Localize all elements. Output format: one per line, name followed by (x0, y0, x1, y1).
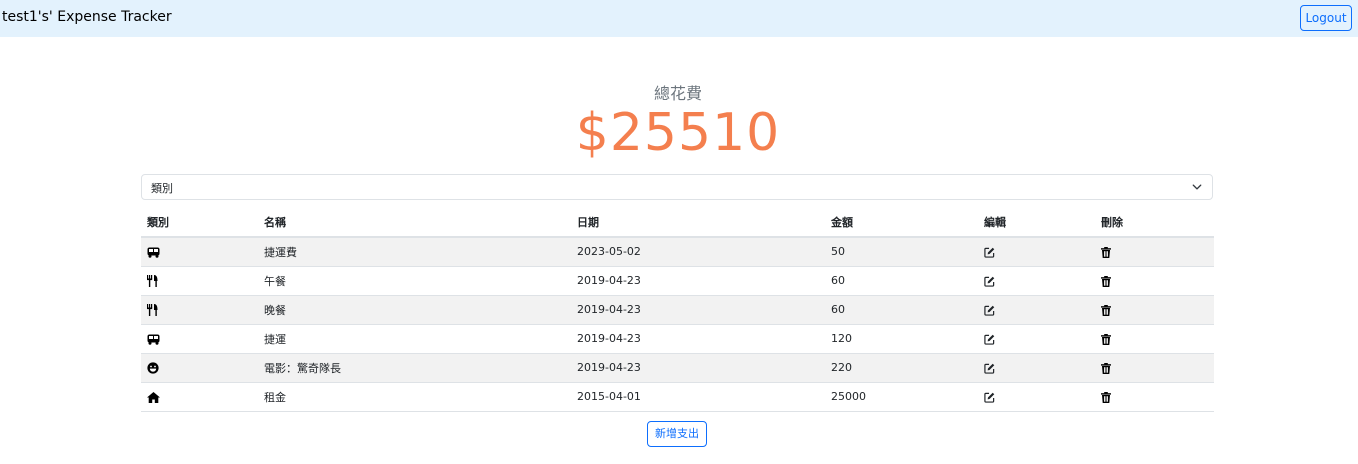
category-filter-value: 類別 (151, 182, 173, 195)
table-row: 捷運 2019-04-23 120 (141, 324, 1214, 354)
cell-amount: 60 (825, 266, 978, 296)
smile-icon (147, 361, 159, 374)
cell-date: 2019-04-23 (571, 295, 825, 325)
trash-icon[interactable] (1101, 303, 1111, 316)
cell-edit (978, 295, 1095, 325)
table-row: 租金 2015-04-01 25000 (141, 382, 1214, 412)
cell-amount: 25000 (825, 382, 978, 412)
cell-edit (978, 382, 1095, 412)
edit-icon[interactable] (984, 274, 995, 287)
cell-delete (1095, 353, 1214, 383)
edit-icon[interactable] (984, 361, 995, 374)
cell-date: 2023-05-02 (571, 237, 825, 267)
header-edit: 編輯 (978, 208, 1095, 238)
cell-delete (1095, 295, 1214, 325)
logout-button[interactable]: Logout (1300, 5, 1352, 31)
cell-delete (1095, 266, 1214, 296)
cell-category (141, 353, 258, 383)
utensils-icon (147, 274, 158, 287)
total-amount: $25510 (575, 103, 781, 163)
cell-category (141, 237, 258, 267)
cell-name: 晚餐 (258, 295, 571, 325)
cell-name: 捷運費 (258, 237, 571, 267)
table-row: 晚餐 2019-04-23 60 (141, 295, 1214, 325)
trash-icon[interactable] (1101, 245, 1111, 258)
edit-icon[interactable] (984, 303, 995, 316)
table-row: 午餐 2019-04-23 60 (141, 266, 1214, 296)
cell-delete (1095, 237, 1214, 267)
cell-edit (978, 237, 1095, 267)
home-icon (147, 390, 160, 403)
trash-icon[interactable] (1101, 361, 1111, 374)
cell-amount: 220 (825, 353, 978, 383)
cell-name: 午餐 (258, 266, 571, 296)
navbar: test1's' Expense Tracker Logout (0, 0, 1358, 37)
app-brand[interactable]: test1's' Expense Tracker (2, 9, 172, 25)
cell-amount: 120 (825, 324, 978, 354)
utensils-icon (147, 303, 158, 316)
table-row: 電影：驚奇隊長 2019-04-23 220 (141, 353, 1214, 383)
cell-category (141, 382, 258, 412)
cell-date: 2019-04-23 (571, 353, 825, 383)
cell-edit (978, 266, 1095, 296)
cell-date: 2019-04-23 (571, 266, 825, 296)
cell-name: 捷運 (258, 324, 571, 354)
header-date: 日期 (571, 208, 825, 238)
cell-date: 2015-04-01 (571, 382, 825, 412)
cell-date: 2019-04-23 (571, 324, 825, 354)
cell-name: 電影：驚奇隊長 (258, 353, 571, 383)
header-delete: 刪除 (1095, 208, 1214, 238)
cell-category (141, 295, 258, 325)
category-filter-select[interactable]: 類別 (141, 174, 1213, 200)
chevron-down-icon (1192, 184, 1202, 190)
header-name: 名稱 (258, 208, 571, 238)
expense-table: 類別 名稱 日期 金額 編輯 刪除 捷運費 2023-05-02 50 午餐 2019-… (141, 208, 1214, 412)
table-row: 捷運費 2023-05-02 50 (141, 237, 1214, 267)
cell-amount: 60 (825, 295, 978, 325)
edit-icon[interactable] (984, 332, 995, 345)
cell-amount: 50 (825, 237, 978, 267)
header-amount: 金額 (825, 208, 978, 238)
cell-edit (978, 353, 1095, 383)
header-category: 類別 (141, 208, 258, 238)
cell-category (141, 266, 258, 296)
trash-icon[interactable] (1101, 274, 1111, 287)
cell-delete (1095, 324, 1214, 354)
bus-icon (147, 245, 160, 258)
bus-icon (147, 332, 160, 345)
trash-icon[interactable] (1101, 390, 1111, 403)
cell-delete (1095, 382, 1214, 412)
trash-icon[interactable] (1101, 332, 1111, 345)
cell-edit (978, 324, 1095, 354)
add-expense-button[interactable]: 新增支出 (647, 421, 707, 447)
edit-icon[interactable] (984, 245, 995, 258)
cell-name: 租金 (258, 382, 571, 412)
table-header-row: 類別 名稱 日期 金額 編輯 刪除 (141, 208, 1214, 238)
cell-category (141, 324, 258, 354)
edit-icon[interactable] (984, 390, 995, 403)
